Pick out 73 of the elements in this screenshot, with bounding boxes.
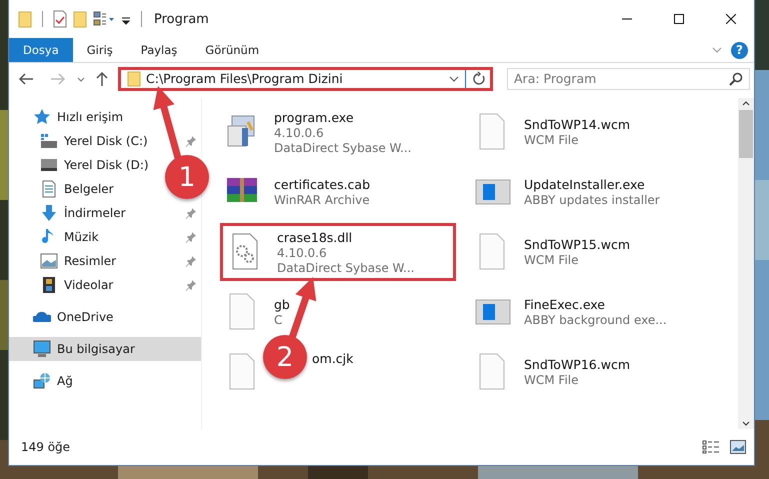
ribbon-tab[interactable]: Paylaş: [126, 38, 192, 62]
documents-icon: [40, 180, 58, 198]
file-name: om.cjk: [312, 351, 354, 366]
file-name: crase18s.dll: [277, 230, 354, 244]
nav-item[interactable]: Yerel Disk (C:): [40, 129, 201, 153]
file-name: FineExec.exe: [524, 297, 606, 312]
file-detail: 4.10.0.6: [274, 126, 325, 140]
pin-icon[interactable]: [185, 279, 197, 291]
file-detail: WCM File: [524, 373, 580, 387]
nav-item[interactable]: Ağ: [33, 369, 73, 393]
details-view-icon[interactable]: [702, 440, 720, 454]
address-field[interactable]: C:\Program Files\Program Dizini: [118, 66, 493, 90]
nav-item[interactable]: Hızlı erişim: [33, 105, 124, 129]
file-detail: ABBY background exe...: [524, 313, 667, 327]
pin-icon[interactable]: [185, 207, 197, 219]
properties-icon[interactable]: [53, 10, 67, 28]
file-detail: DataDirect Sybase W...: [277, 260, 414, 274]
file-name: program.exe: [274, 110, 355, 124]
drive-c-icon: [40, 132, 58, 150]
view-options-icon[interactable]: [93, 10, 115, 28]
scrollbar[interactable]: [738, 98, 754, 429]
network-icon: [33, 372, 51, 390]
ribbon-tab[interactable]: Dosya: [9, 38, 73, 62]
nav-item[interactable]: Belgeler: [40, 177, 114, 201]
folder-icon: [127, 70, 141, 86]
refresh-icon[interactable]: [471, 70, 487, 86]
file-name: SndToWP16.wcm: [524, 357, 630, 372]
file-name: gb: [274, 297, 290, 312]
file-name: SndToWP14.wcm: [524, 117, 630, 132]
downloads-icon: [40, 204, 58, 222]
videos-icon: [40, 276, 58, 294]
annotation-arrow: [288, 277, 316, 340]
file-detail: WinRAR Archive: [274, 193, 370, 207]
nav-item[interactable]: Yerel Disk (D:): [40, 153, 149, 177]
ribbon-tab[interactable]: Görünüm: [191, 38, 274, 62]
tiles-view-icon[interactable]: [730, 440, 746, 454]
file-detail: 4.10.0.6: [277, 246, 328, 260]
help-button[interactable]: ?: [731, 42, 748, 58]
window-title: Program: [154, 12, 209, 26]
nav-item[interactable]: İndirmeler: [40, 201, 201, 225]
computer-icon: [33, 340, 51, 358]
new-folder-icon[interactable]: [73, 10, 87, 28]
close-icon: [726, 14, 736, 24]
file-detail: ABBY updates installer: [524, 193, 660, 207]
file-name: UpdateInstaller.exe: [524, 177, 646, 192]
forward-icon[interactable]: [50, 70, 66, 86]
folder-icon[interactable]: [18, 10, 32, 28]
file-detail: WCM File: [524, 133, 580, 147]
back-icon[interactable]: [18, 70, 34, 86]
file-name: certificates.cab: [274, 177, 370, 192]
nav-item[interactable]: Resimler: [40, 249, 201, 273]
ribbon-tab[interactable]: Giriş: [72, 38, 127, 62]
pin-icon[interactable]: [185, 231, 197, 243]
up-icon[interactable]: [94, 70, 110, 86]
file-detail: DataDirect Sybase W...: [274, 140, 412, 154]
nav-item[interactable]: Videolar: [40, 273, 201, 297]
pin-icon[interactable]: [185, 255, 197, 267]
pin-icon[interactable]: [185, 135, 197, 147]
nav-item[interactable]: Bu bilgisayar: [9, 337, 201, 361]
drive-icon: [40, 156, 58, 174]
file-detail: C: [274, 313, 284, 327]
scroll-thumb[interactable]: [739, 110, 753, 158]
file-name: SndToWP15.wcm: [524, 237, 630, 252]
file-detail: WCM File: [524, 253, 580, 267]
pictures-icon: [40, 252, 58, 270]
item-count: 149 öğe: [21, 440, 72, 454]
file-tile[interactable]: crase18s.dll 4.10.0.6 DataDirect Sybase W...: [220, 223, 456, 281]
quick-access-icon: [33, 108, 51, 126]
search-field[interactable]: Ara: Program: [507, 68, 750, 90]
maximize-icon: [674, 14, 684, 24]
nav-item[interactable]: Müzik: [40, 225, 201, 249]
nav-item[interactable]: OneDrive: [33, 305, 114, 329]
search-icon[interactable]: [729, 72, 743, 86]
